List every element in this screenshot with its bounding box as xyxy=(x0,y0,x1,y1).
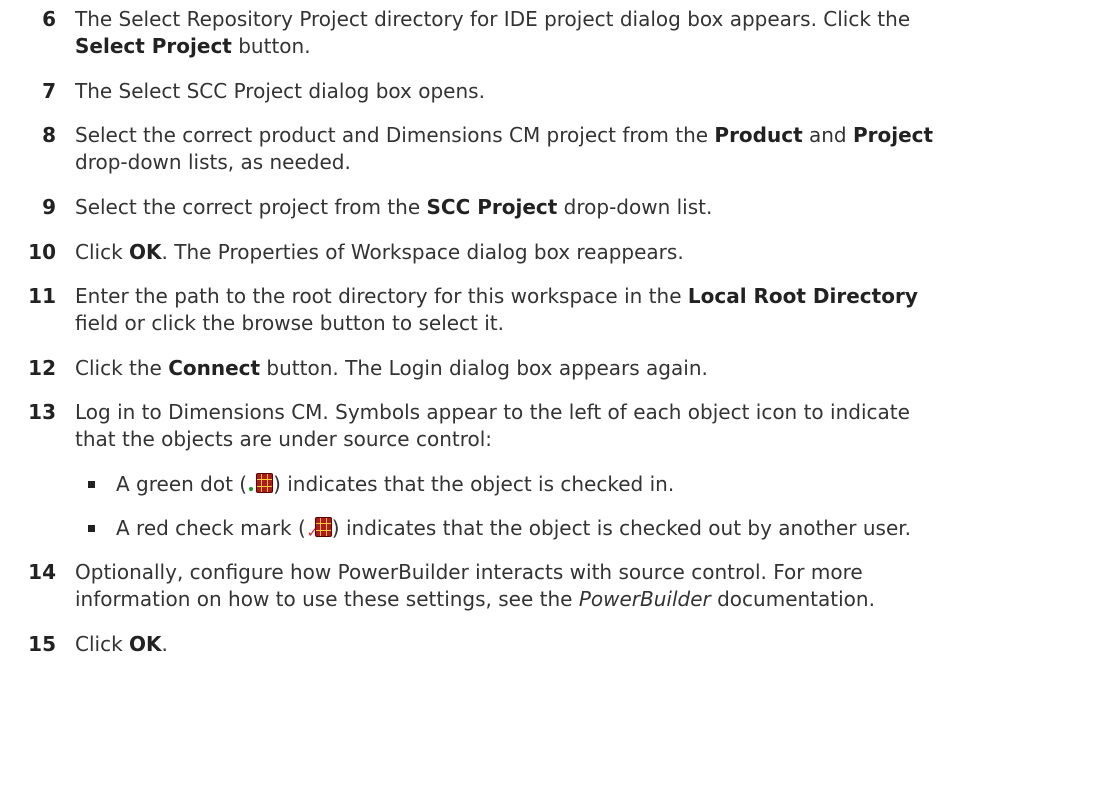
checked-in-object-icon xyxy=(249,473,274,495)
step-text-fragment: Enter the path to the root directory for… xyxy=(75,284,688,308)
bullet-text: A green dot ( ) indicates that the object… xyxy=(116,471,1116,498)
green-dot-icon xyxy=(249,487,254,491)
ui-term: SCC Project xyxy=(426,195,558,219)
ui-term: Select Project xyxy=(75,34,232,58)
step-text-line: The Select Repository Project directory … xyxy=(75,7,911,31)
step-text: Select the correct product and Dimension… xyxy=(75,122,1120,149)
step-text-fragment: Select the correct project from the xyxy=(75,195,427,219)
step-number: 15 xyxy=(28,632,56,656)
step-text: field or click the browse button to sele… xyxy=(75,310,1120,337)
bullet-text-fragment: A green dot ( xyxy=(116,472,248,496)
step-number: 7 xyxy=(42,79,56,103)
step-text-fragment: button. The Login dialog box appears aga… xyxy=(260,356,708,380)
step-number: 10 xyxy=(28,240,56,264)
product-name: PowerBuilder xyxy=(578,587,711,611)
step-text-fragment: drop-down list. xyxy=(557,195,713,219)
step-text: information on how to use these settings… xyxy=(75,586,1120,613)
step-number: 14 xyxy=(28,560,56,584)
ui-term: OK xyxy=(129,632,162,656)
step-text-fragment: Select the correct product and Dimension… xyxy=(75,123,715,147)
step-number: 9 xyxy=(42,195,56,219)
step-text-line: drop-down lists, as needed. xyxy=(75,150,351,174)
step-text-fragment: Click xyxy=(75,240,130,264)
step-text-fragment: documentation. xyxy=(710,587,875,611)
step-text-fragment: button. xyxy=(231,34,311,58)
step-text: Click OK. The Properties of Workspace di… xyxy=(75,239,1120,266)
step-number: 12 xyxy=(28,356,56,380)
bullet-text-fragment: A red check mark ( xyxy=(116,516,306,540)
step-text: Click OK. xyxy=(75,631,1120,658)
step-text: Select the correct project from the SCC … xyxy=(75,194,1120,221)
bullet-text: A red check mark (✓) indicates that the … xyxy=(116,515,1116,542)
step-text-line: that the objects are under source contro… xyxy=(75,427,493,451)
step-text: drop-down lists, as needed. xyxy=(75,149,1120,176)
step-text-fragment: . xyxy=(161,632,168,656)
bullet-square-icon xyxy=(88,481,95,488)
bullet-text-fragment: ) indicates that the object is checked i… xyxy=(273,472,675,496)
step-text-fragment: Click the xyxy=(75,356,169,380)
object-icon xyxy=(256,473,274,493)
step-text: Optionally, configure how PowerBuilder i… xyxy=(75,559,1120,586)
step-text-fragment: . The Properties of Workspace dialog box… xyxy=(161,240,684,264)
ui-term: Local Root Directory xyxy=(687,284,918,308)
step-text-fragment: and xyxy=(802,123,853,147)
step-text: Click the Connect button. The Login dial… xyxy=(75,355,1120,382)
ui-term: Project xyxy=(852,123,934,147)
step-text-fragment: Click xyxy=(75,632,130,656)
step-text: Select Project button. xyxy=(75,33,1120,60)
ui-term: Connect xyxy=(168,356,261,380)
ui-term: OK xyxy=(129,240,162,264)
step-number: 6 xyxy=(42,7,56,31)
ui-term: Product xyxy=(714,123,803,147)
step-number: 8 xyxy=(42,123,56,147)
checked-out-object-icon: ✓ xyxy=(307,517,332,540)
object-icon xyxy=(314,517,332,537)
bullet-text-fragment: ) indicates that the object is checked o… xyxy=(331,516,912,540)
step-text-line: Log in to Dimensions CM. Symbols appear … xyxy=(75,400,910,424)
step-text-line: Optionally, configure how PowerBuilder i… xyxy=(75,560,863,584)
step-text: The Select SCC Project dialog box opens. xyxy=(75,78,1120,105)
step-text-line: field or click the browse button to sele… xyxy=(75,311,505,335)
step-text: Enter the path to the root directory for… xyxy=(75,283,1120,310)
step-text: that the objects are under source contro… xyxy=(75,426,1120,453)
step-text-line: The Select SCC Project dialog box opens. xyxy=(75,79,485,103)
step-text: Log in to Dimensions CM. Symbols appear … xyxy=(75,399,1120,426)
bullet-square-icon xyxy=(88,525,95,532)
step-text-fragment: information on how to use these settings… xyxy=(75,587,579,611)
document-page: 6 The Select Repository Project director… xyxy=(0,0,1120,798)
step-number: 11 xyxy=(28,284,56,308)
step-text: The Select Repository Project directory … xyxy=(75,6,1120,33)
step-number: 13 xyxy=(28,400,56,424)
